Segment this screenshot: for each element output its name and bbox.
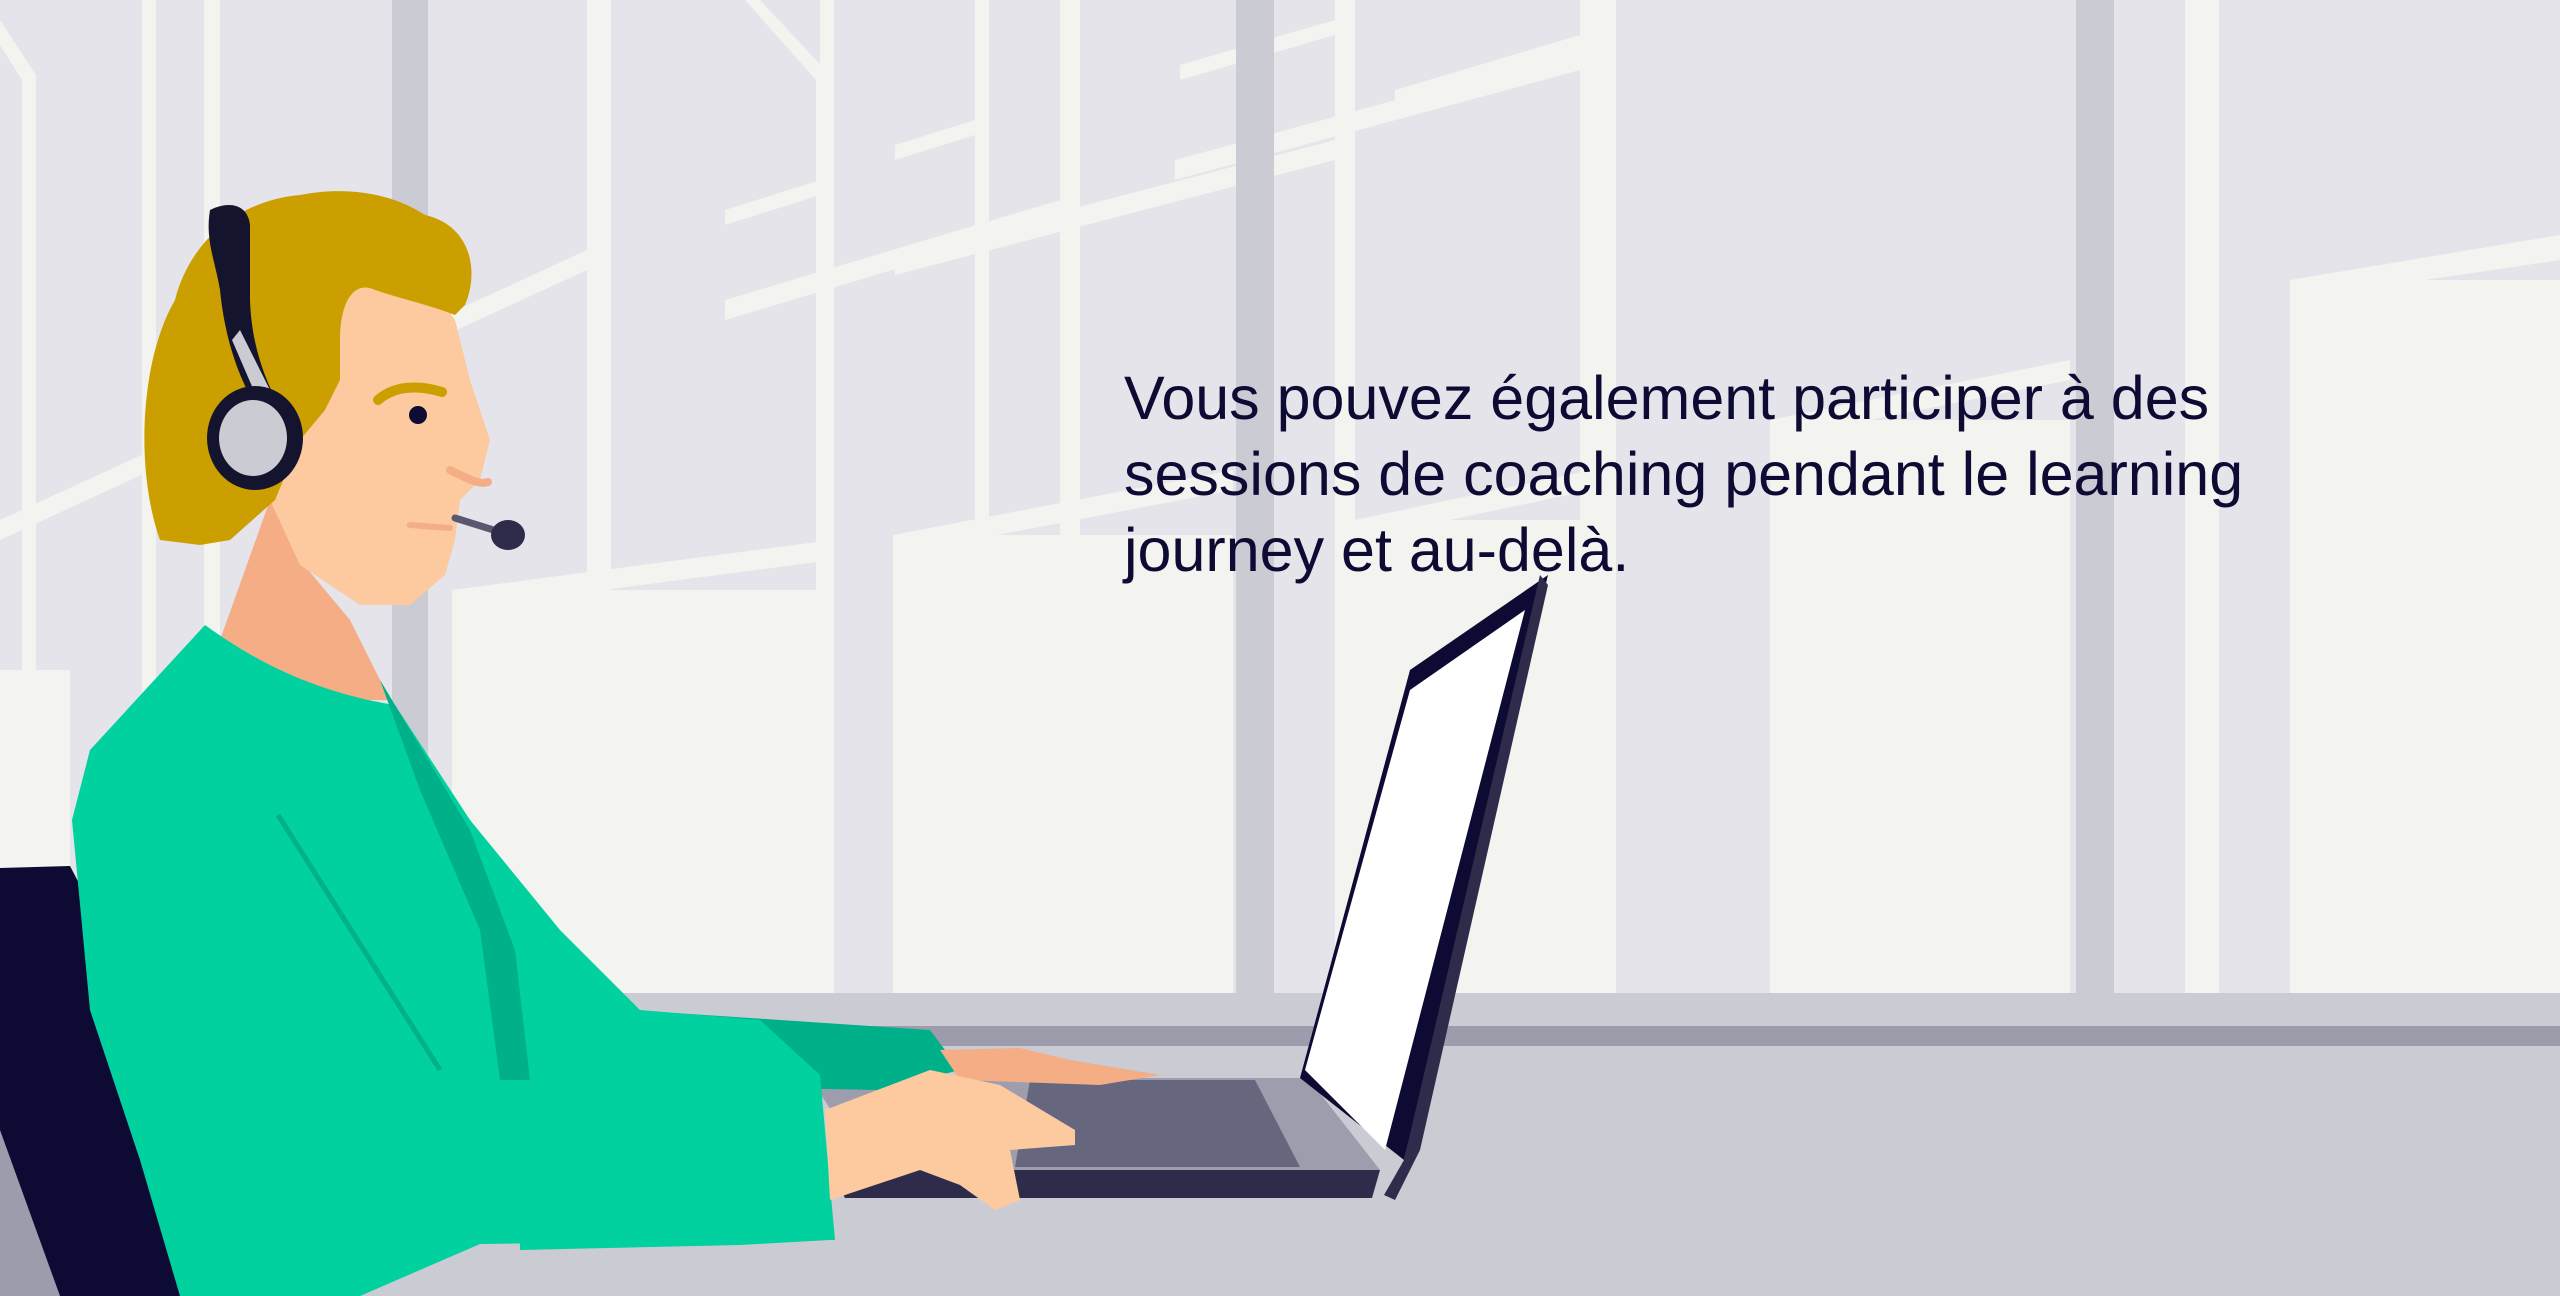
- office-illustration: [0, 0, 2560, 1296]
- slide-caption: Vous pouvez également participer à des s…: [1124, 364, 2244, 584]
